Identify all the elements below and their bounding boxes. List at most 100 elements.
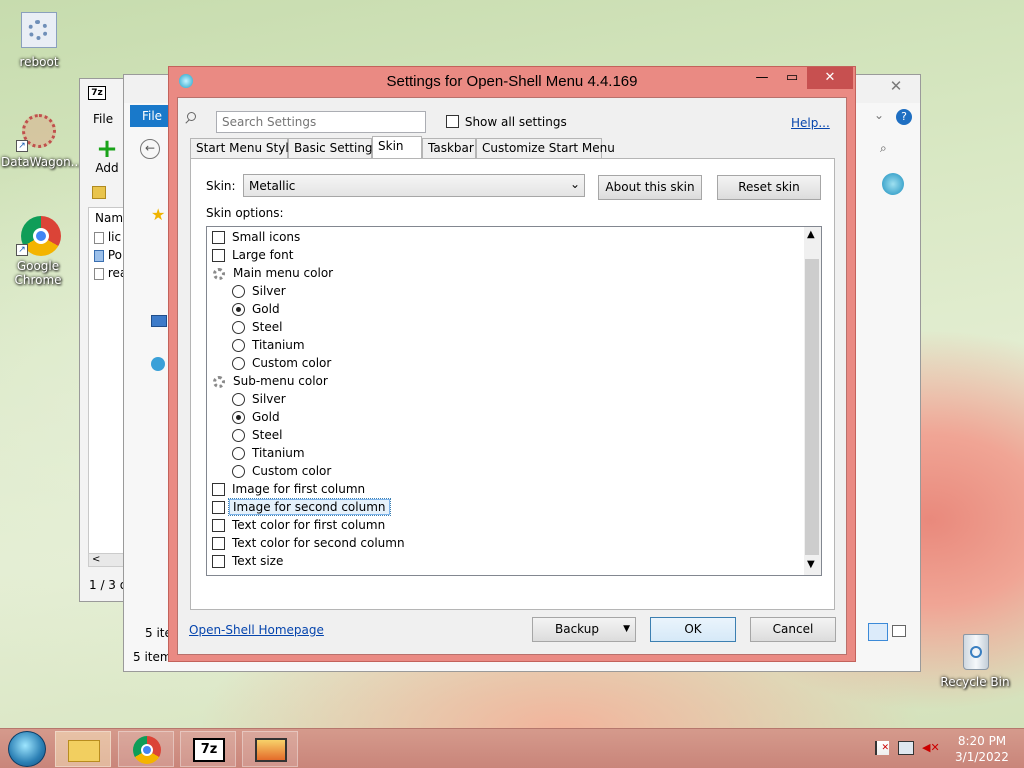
skin-tab-page: Skin: Metallic ⌄ About this skin Reset s… bbox=[190, 158, 835, 610]
taskbar-file-explorer[interactable] bbox=[55, 731, 111, 767]
skin-option-check[interactable]: Text color for second column bbox=[212, 534, 405, 552]
ok-button[interactable]: OK bbox=[650, 617, 736, 642]
scroll-up-arrow[interactable]: ▲ bbox=[807, 229, 815, 240]
start-button[interactable] bbox=[8, 731, 46, 767]
vertical-scrollbar[interactable]: ▲ ▼ bbox=[804, 227, 821, 575]
radio-button[interactable] bbox=[232, 411, 245, 424]
up-folder-icon[interactable] bbox=[92, 186, 106, 199]
details-view-icon[interactable] bbox=[868, 623, 888, 641]
skin-option-radio[interactable]: Silver bbox=[232, 390, 286, 408]
radio-button[interactable] bbox=[232, 321, 245, 334]
chevron-down-icon[interactable]: ⌄ bbox=[874, 108, 884, 122]
taskbar-media-app[interactable] bbox=[242, 731, 298, 767]
skin-option-radio[interactable]: Silver bbox=[232, 282, 286, 300]
tab-skin[interactable]: Skin bbox=[372, 136, 422, 158]
skin-option-group[interactable]: Main menu color bbox=[212, 264, 333, 282]
checkbox-box[interactable] bbox=[212, 555, 225, 568]
radio-button[interactable] bbox=[232, 339, 245, 352]
skin-option-group[interactable]: Sub-menu color bbox=[212, 372, 328, 390]
volume-muted-icon[interactable]: ◀✕ bbox=[922, 741, 940, 755]
skin-option-check[interactable]: Text size bbox=[212, 552, 283, 570]
skin-option-radio[interactable]: Gold bbox=[232, 300, 280, 318]
dropdown-arrow-icon: ▼ bbox=[623, 624, 630, 634]
reset-skin-button[interactable]: Reset skin bbox=[717, 175, 821, 200]
add-button[interactable]: + Add bbox=[90, 134, 124, 177]
skin-option-radio[interactable]: Steel bbox=[232, 426, 282, 444]
minimize-button[interactable]: — bbox=[747, 67, 777, 89]
action-center-flag-icon[interactable]: ✕ bbox=[875, 741, 889, 755]
tab-customize-start-menu[interactable]: Customize Start Menu bbox=[476, 138, 615, 158]
clock-time: 8:20 PM bbox=[957, 734, 1007, 748]
desktop-icon-recycle-bin[interactable]: Recycle Bin bbox=[938, 632, 1012, 689]
option-label: Custom color bbox=[252, 464, 332, 478]
option-label: Image for second column bbox=[228, 498, 391, 516]
search-input[interactable] bbox=[216, 111, 426, 133]
options-container: Small icons Large font Main menu color Silv… bbox=[207, 227, 803, 575]
clock[interactable]: 8:20 PM 3/1/2022 bbox=[950, 733, 1014, 765]
checkbox-box[interactable] bbox=[212, 249, 225, 262]
show-all-settings-checkbox[interactable]: Show all settings bbox=[446, 114, 567, 129]
desktop-icon-google-chrome[interactable]: ↗ Google Chrome bbox=[1, 216, 75, 287]
desktop-icon-reboot[interactable]: reboot bbox=[2, 12, 76, 69]
tab-start-menu-style[interactable]: Start Menu Style bbox=[190, 138, 296, 158]
tab-taskbar[interactable]: Taskbar bbox=[422, 138, 476, 158]
option-label: Titanium bbox=[252, 446, 305, 460]
skin-option-radio[interactable]: Titanium bbox=[232, 336, 305, 354]
file-menu[interactable]: File bbox=[93, 112, 113, 126]
tiles-view-icon[interactable] bbox=[892, 625, 906, 637]
help-link[interactable]: Help... bbox=[791, 116, 830, 130]
radio-button[interactable] bbox=[232, 285, 245, 298]
scroll-thumb[interactable] bbox=[805, 259, 819, 555]
close-button[interactable]: ✕ bbox=[807, 67, 853, 89]
scroll-down-arrow[interactable]: ▼ bbox=[807, 559, 815, 570]
checkbox-box[interactable] bbox=[212, 483, 225, 496]
desktop-icon-label: DataWagon... bbox=[1, 155, 83, 169]
skin-option-check[interactable]: Small icons bbox=[212, 228, 300, 246]
radio-button[interactable] bbox=[232, 357, 245, 370]
radio-button[interactable] bbox=[232, 429, 245, 442]
settings-dialog[interactable]: Settings for Open-Shell Menu 4.4.169 — ▭… bbox=[168, 66, 856, 662]
skin-option-radio[interactable]: Titanium bbox=[232, 444, 305, 462]
radio-button[interactable] bbox=[232, 303, 245, 316]
skin-option-check[interactable]: Image for second column bbox=[212, 498, 391, 516]
7zip-logo-icon: 7z bbox=[88, 86, 106, 100]
desktop-icon-datawagon[interactable]: ↗ DataWagon... bbox=[1, 112, 82, 169]
shell-logo-icon bbox=[882, 173, 904, 195]
skin-option-check[interactable]: Text color for first column bbox=[212, 516, 385, 534]
taskbar-chrome[interactable] bbox=[118, 731, 174, 767]
maximize-button[interactable]: ▭ bbox=[777, 67, 807, 89]
skin-option-radio[interactable]: Custom color bbox=[232, 462, 331, 480]
taskbar-7zip[interactable]: 7z bbox=[180, 731, 236, 767]
checkbox-box[interactable] bbox=[446, 115, 459, 128]
checkbox-box[interactable] bbox=[212, 537, 225, 550]
back-arrow-icon[interactable]: ← bbox=[140, 139, 160, 159]
skin-option-radio[interactable]: Gold bbox=[232, 408, 280, 426]
skin-option-radio[interactable]: Steel bbox=[232, 318, 282, 336]
help-icon[interactable]: ? bbox=[896, 109, 912, 125]
cancel-button[interactable]: Cancel bbox=[750, 617, 836, 642]
option-label: Titanium bbox=[252, 338, 305, 352]
checkbox-box[interactable] bbox=[212, 501, 225, 514]
search-icon[interactable]: ⌕ bbox=[880, 141, 887, 156]
radio-button[interactable] bbox=[232, 465, 245, 478]
skin-options-list[interactable]: Small icons Large font Main menu color Silv… bbox=[206, 226, 822, 576]
add-label: Add bbox=[95, 161, 119, 175]
option-label: Silver bbox=[252, 284, 286, 298]
skin-option-check[interactable]: Large font bbox=[212, 246, 293, 264]
radio-button[interactable] bbox=[232, 447, 245, 460]
film-icon bbox=[255, 738, 287, 762]
checkbox-box[interactable] bbox=[212, 231, 225, 244]
tab-basic-settings[interactable]: Basic Settings bbox=[288, 138, 379, 158]
checkbox-box[interactable] bbox=[212, 519, 225, 532]
radio-button[interactable] bbox=[232, 393, 245, 406]
about-skin-button[interactable]: About this skin bbox=[598, 175, 702, 200]
close-icon[interactable]: ✕ bbox=[876, 77, 916, 97]
skin-option-radio[interactable]: Custom color bbox=[232, 354, 331, 372]
plus-icon: + bbox=[96, 134, 118, 164]
datawagon-logo-icon: ↗ bbox=[16, 112, 60, 152]
homepage-link[interactable]: Open-Shell Homepage bbox=[189, 623, 324, 637]
network-tray-icon[interactable] bbox=[898, 741, 914, 755]
skin-select[interactable]: Metallic ⌄ bbox=[243, 174, 585, 197]
skin-option-check[interactable]: Image for first column bbox=[212, 480, 365, 498]
backup-button[interactable]: Backup ▼ bbox=[532, 617, 636, 642]
